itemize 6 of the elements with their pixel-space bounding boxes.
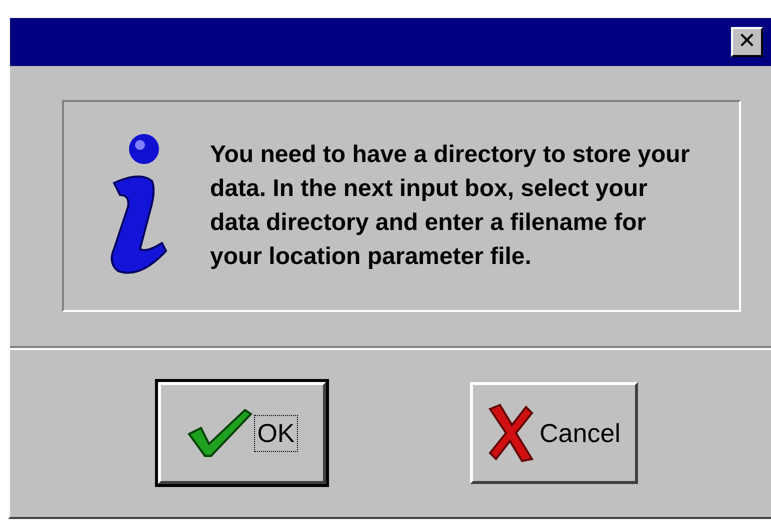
cancel-button[interactable]: Cancel	[470, 382, 638, 484]
cross-icon	[486, 403, 536, 463]
close-button[interactable]: ✕	[731, 27, 763, 57]
ok-button[interactable]: OK	[158, 382, 326, 484]
message-text: You need to have a directory to store your data. In the next input box, select your data directory and enter a filename for your location parameter file.	[210, 140, 691, 272]
checkmark-icon	[187, 408, 254, 458]
